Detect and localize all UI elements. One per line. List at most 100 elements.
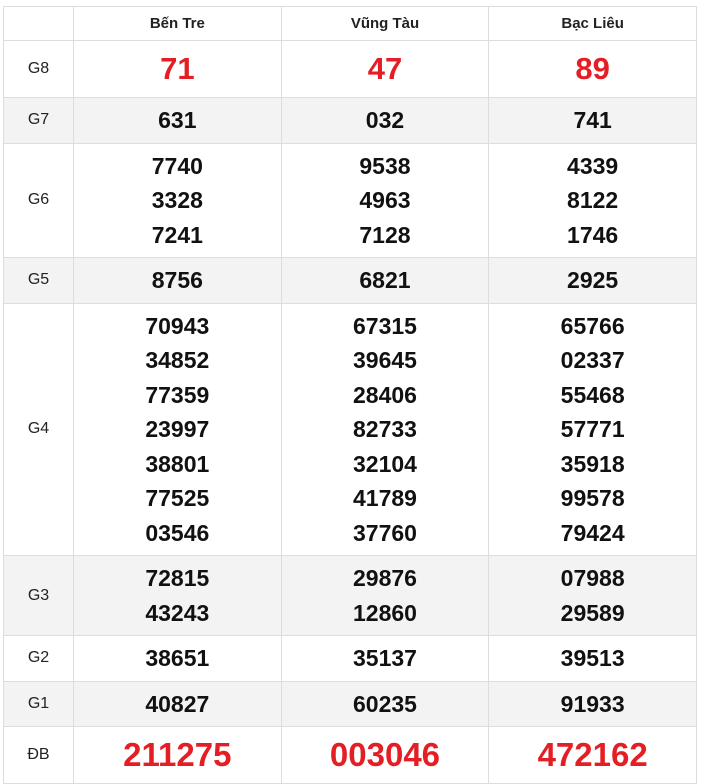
result-number: 3328 [151, 187, 203, 213]
result-number: 8756 [151, 267, 203, 293]
result-number: 741 [573, 107, 612, 133]
province-header-ben-tre: Bến Tre [73, 6, 282, 41]
result-number: 7241 [151, 221, 203, 248]
result-cell: 60235 [280, 680, 490, 727]
result-cell: 6821 [280, 257, 490, 304]
result-number: 99578 [560, 485, 625, 511]
result-number: 41789 [353, 485, 417, 511]
result-number: 8122 [567, 187, 619, 213]
prize-label: G3 [3, 555, 74, 636]
result-cell: 35137 [280, 635, 490, 682]
result-number: 02337 [560, 347, 625, 373]
result-number: 72815 [145, 565, 210, 591]
province-header-vung-tau: Vũng Tàu [280, 6, 490, 41]
result-number: 23997 [145, 416, 210, 442]
result-number: 631 [158, 107, 197, 133]
result-number: 7740 [151, 152, 203, 179]
prize-row-g7: G7 631 032 741 [3, 97, 697, 144]
result-cell: 4339 8122 1746 [488, 142, 697, 258]
result-number: 77525 [145, 485, 210, 511]
result-number: 65766 [560, 312, 625, 339]
result-number: 1746 [567, 221, 619, 248]
result-number: 03546 [145, 519, 210, 546]
prize-row-g8: G8 71 47 89 [3, 40, 697, 98]
result-number: 28406 [353, 381, 417, 408]
result-number: 32104 [353, 450, 417, 477]
result-cell: 8756 [73, 257, 282, 304]
result-number: 2925 [567, 267, 619, 293]
result-number: 38651 [145, 645, 210, 671]
prize-label: ĐB [3, 726, 74, 784]
lottery-results-table: Bến Tre Vũng Tàu Bạc Liêu G8 71 47 89 G7 631 0… [3, 6, 697, 784]
result-number: 57771 [560, 416, 625, 442]
prize-row-g2: G2 38651 35137 39513 [3, 635, 697, 682]
special-prize-number: 211275 [123, 736, 232, 773]
result-number: 39645 [353, 347, 417, 373]
result-cell: 07988 29589 [488, 555, 697, 636]
result-cell: 741 [488, 97, 697, 144]
prize-row-db: ĐB 211275 003046 472162 [3, 726, 697, 784]
result-number: 39513 [560, 645, 625, 671]
prize-row-g6: G6 7740 3328 7241 9538 4963 7128 4339 8122 1746 [3, 142, 697, 258]
result-cell: 67315 39645 28406 82733 32104 41789 37760 [280, 302, 490, 556]
result-cell: 2925 [488, 257, 697, 304]
prize-row-g4: G4 70943 34852 77359 23997 38801 77525 03546 673… [3, 302, 697, 556]
result-number: 4339 [567, 152, 619, 179]
prize-row-g3: G3 72815 43243 29876 12860 07988 29589 [3, 555, 697, 636]
result-number: 79424 [560, 519, 625, 546]
prize-label: G8 [3, 40, 74, 98]
result-cell: 40827 [73, 680, 282, 727]
result-number: 55468 [560, 381, 625, 408]
result-number: 032 [365, 107, 405, 133]
result-cell: 29876 12860 [280, 555, 490, 636]
result-number: 6821 [359, 267, 411, 293]
result-number: 12860 [353, 599, 417, 626]
result-cell: 91933 [488, 680, 697, 727]
result-number: 07988 [560, 565, 625, 591]
result-number: 29589 [560, 599, 625, 626]
result-number: 29876 [353, 565, 417, 591]
result-cell: 38651 [73, 635, 282, 682]
result-number: 37760 [353, 519, 417, 546]
prize-label: G1 [3, 680, 74, 727]
result-cell: 7740 3328 7241 [73, 142, 282, 258]
result-cell: 89 [488, 40, 697, 98]
result-cell: 9538 4963 7128 [280, 142, 490, 258]
result-cell: 70943 34852 77359 23997 38801 77525 03546 [73, 302, 282, 556]
prize-row-g1: G1 40827 60235 91933 [3, 680, 697, 727]
result-number: 60235 [353, 690, 417, 717]
prize-label: G7 [3, 97, 74, 144]
result-number: 7128 [359, 221, 411, 248]
header-row: Bến Tre Vũng Tàu Bạc Liêu [3, 6, 697, 41]
result-cell: 472162 [488, 726, 697, 784]
province-header-bac-lieu: Bạc Liêu [488, 6, 697, 41]
result-cell: 65766 02337 55468 57771 35918 99578 79424 [488, 302, 697, 556]
result-number: 38801 [145, 450, 210, 477]
prize-label: G4 [3, 302, 74, 556]
prize-label: G6 [3, 142, 74, 258]
result-cell: 003046 [280, 726, 490, 784]
result-cell: 631 [73, 97, 282, 144]
result-cell: 39513 [488, 635, 697, 682]
result-number: 89 [575, 51, 610, 86]
result-number: 47 [367, 51, 403, 86]
result-number: 77359 [145, 381, 210, 408]
header-corner-cell [3, 6, 74, 41]
result-number: 40827 [145, 690, 210, 717]
results-body: G8 71 47 89 G7 631 032 741 G6 7740 3328 7241 9538 496… [3, 40, 697, 784]
prize-row-g5: G5 8756 6821 2925 [3, 257, 697, 304]
result-cell: 47 [280, 40, 490, 98]
result-number: 35137 [353, 645, 417, 671]
result-number: 35918 [560, 450, 625, 477]
result-number: 71 [160, 51, 195, 86]
result-number: 82733 [353, 416, 417, 442]
result-number: 34852 [145, 347, 210, 373]
special-prize-number: 003046 [329, 736, 441, 773]
result-cell: 72815 43243 [73, 555, 282, 636]
prize-label: G2 [3, 635, 74, 682]
result-number: 67315 [353, 312, 417, 339]
result-number: 9538 [359, 152, 411, 179]
special-prize-number: 472162 [537, 736, 648, 773]
result-number: 43243 [145, 599, 210, 626]
result-number: 70943 [145, 312, 210, 339]
